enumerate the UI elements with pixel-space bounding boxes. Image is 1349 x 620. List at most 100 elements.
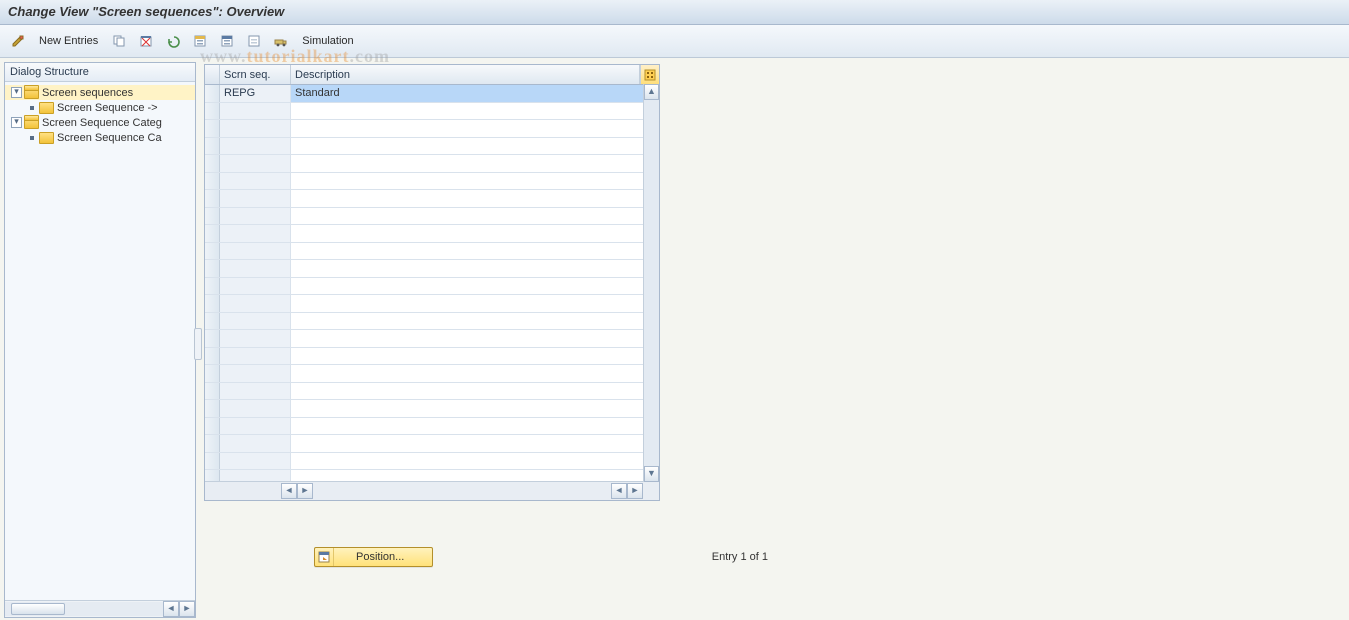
cell-scrnseq[interactable] xyxy=(220,138,291,155)
cell-scrnseq[interactable] xyxy=(220,330,291,347)
new-entries-button[interactable]: New Entries xyxy=(33,33,104,49)
undo-icon[interactable] xyxy=(161,30,185,52)
cell-scrnseq[interactable] xyxy=(220,400,291,417)
cell-scrnseq[interactable] xyxy=(220,260,291,277)
table-horizontal-scrollbar[interactable]: ◄ ► ◄ ► xyxy=(205,481,659,500)
table-hscroll-left-icon[interactable]: ◄ xyxy=(281,483,297,499)
cell-description[interactable] xyxy=(291,295,659,312)
toggle-change-icon[interactable] xyxy=(6,30,30,52)
delete-icon[interactable] xyxy=(134,30,158,52)
cell-description[interactable] xyxy=(291,278,659,295)
row-selector[interactable] xyxy=(205,260,220,277)
cell-scrnseq[interactable] xyxy=(220,208,291,225)
row-selector[interactable] xyxy=(205,453,220,470)
cell-description[interactable] xyxy=(291,435,659,452)
copy-icon[interactable] xyxy=(107,30,131,52)
cell-description[interactable] xyxy=(291,365,659,382)
table-vertical-scrollbar[interactable]: ▲ ▼ xyxy=(643,84,659,482)
table-hscroll-right2-icon[interactable]: ► xyxy=(627,483,643,499)
row-selector[interactable] xyxy=(205,330,220,347)
cell-description[interactable] xyxy=(291,400,659,417)
vscroll-up-icon[interactable]: ▲ xyxy=(644,84,659,100)
tree-expander-icon[interactable]: ▾ xyxy=(11,117,22,128)
select-block-icon[interactable] xyxy=(215,30,239,52)
row-selector[interactable] xyxy=(205,383,220,400)
cell-description[interactable] xyxy=(291,190,659,207)
row-selector[interactable] xyxy=(205,155,220,172)
select-all-icon[interactable] xyxy=(188,30,212,52)
row-selector[interactable] xyxy=(205,470,220,481)
row-selector[interactable] xyxy=(205,313,220,330)
cell-description[interactable] xyxy=(291,260,659,277)
row-selector[interactable] xyxy=(205,435,220,452)
tree-hscroll-left-icon[interactable]: ◄ xyxy=(163,601,179,617)
tree-expander-icon[interactable]: ▾ xyxy=(11,87,22,98)
cell-description[interactable] xyxy=(291,330,659,347)
simulation-button[interactable]: Simulation xyxy=(296,33,359,49)
cell-description[interactable] xyxy=(291,138,659,155)
cell-scrnseq[interactable]: REPG xyxy=(220,85,291,102)
cell-description[interactable] xyxy=(291,243,659,260)
cell-description[interactable] xyxy=(291,313,659,330)
cell-scrnseq[interactable] xyxy=(220,295,291,312)
row-selector-header[interactable] xyxy=(205,65,220,84)
cell-description[interactable] xyxy=(291,453,659,470)
cell-description[interactable] xyxy=(291,173,659,190)
row-selector[interactable] xyxy=(205,348,220,365)
tree-node[interactable]: Screen Sequence -> xyxy=(5,100,195,115)
row-selector[interactable] xyxy=(205,243,220,260)
row-selector[interactable] xyxy=(205,400,220,417)
row-selector[interactable] xyxy=(205,278,220,295)
row-selector[interactable] xyxy=(205,138,220,155)
cell-scrnseq[interactable] xyxy=(220,173,291,190)
table-hscroll-right-icon[interactable]: ► xyxy=(297,483,313,499)
cell-description[interactable] xyxy=(291,225,659,242)
cell-description[interactable] xyxy=(291,155,659,172)
row-selector[interactable] xyxy=(205,365,220,382)
row-selector[interactable] xyxy=(205,85,220,102)
cell-description[interactable] xyxy=(291,208,659,225)
row-selector[interactable] xyxy=(205,208,220,225)
cell-scrnseq[interactable] xyxy=(220,120,291,137)
tree-node[interactable]: Screen Sequence Ca xyxy=(5,130,195,145)
cell-scrnseq[interactable] xyxy=(220,243,291,260)
splitter[interactable] xyxy=(196,58,202,620)
column-header-description[interactable]: Description xyxy=(291,65,640,84)
cell-scrnseq[interactable] xyxy=(220,313,291,330)
row-selector[interactable] xyxy=(205,103,220,120)
cell-scrnseq[interactable] xyxy=(220,225,291,242)
tree-hscroll-right-icon[interactable]: ► xyxy=(179,601,195,617)
cell-scrnseq[interactable] xyxy=(220,418,291,435)
cell-description[interactable] xyxy=(291,120,659,137)
row-selector[interactable] xyxy=(205,418,220,435)
transport-icon[interactable] xyxy=(269,30,293,52)
position-button[interactable]: Position... xyxy=(314,547,433,567)
deselect-all-icon[interactable] xyxy=(242,30,266,52)
cell-description[interactable] xyxy=(291,470,659,481)
dialog-structure-tree[interactable]: ▾Screen sequencesScreen Sequence -> ▾Scr… xyxy=(5,82,195,600)
tree-horizontal-scrollbar[interactable]: ◄ ► xyxy=(5,600,195,617)
column-header-scrnseq[interactable]: Scrn seq. xyxy=(220,65,291,84)
cell-scrnseq[interactable] xyxy=(220,435,291,452)
table-hscroll-left2-icon[interactable]: ◄ xyxy=(611,483,627,499)
tree-node[interactable]: ▾Screen Sequence Categ xyxy=(5,115,195,130)
cell-description[interactable] xyxy=(291,383,659,400)
vscroll-down-icon[interactable]: ▼ xyxy=(644,466,659,482)
tree-node[interactable]: ▾Screen sequences xyxy=(5,85,195,100)
row-selector[interactable] xyxy=(205,120,220,137)
table-settings-icon[interactable] xyxy=(640,65,659,84)
cell-description[interactable] xyxy=(291,103,659,120)
cell-description[interactable] xyxy=(291,348,659,365)
cell-scrnseq[interactable] xyxy=(220,278,291,295)
splitter-grip[interactable] xyxy=(194,328,202,360)
cell-scrnseq[interactable] xyxy=(220,453,291,470)
cell-scrnseq[interactable] xyxy=(220,383,291,400)
cell-scrnseq[interactable] xyxy=(220,155,291,172)
row-selector[interactable] xyxy=(205,173,220,190)
cell-scrnseq[interactable] xyxy=(220,348,291,365)
cell-description[interactable]: Standard xyxy=(291,85,659,102)
cell-scrnseq[interactable] xyxy=(220,190,291,207)
row-selector[interactable] xyxy=(205,295,220,312)
cell-scrnseq[interactable] xyxy=(220,103,291,120)
row-selector[interactable] xyxy=(205,190,220,207)
